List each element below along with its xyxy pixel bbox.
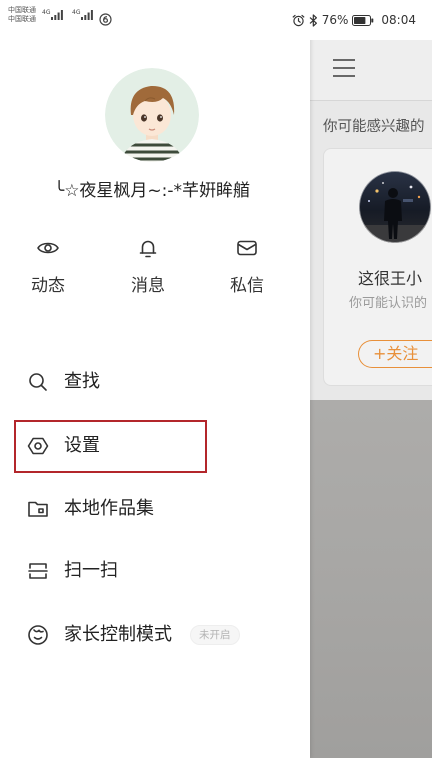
bluetooth-icon: [309, 13, 317, 27]
username[interactable]: ╰☆夜星枫月~:-*芊姸眸艏: [0, 180, 304, 202]
signal-2: 4G: [72, 9, 94, 21]
avatar[interactable]: [105, 68, 199, 162]
signal-icon: [81, 10, 94, 20]
menu-item-scan[interactable]: 扫一扫: [26, 557, 286, 585]
menu-item-search[interactable]: 查找: [26, 368, 286, 396]
network-type-1: 4G: [42, 9, 51, 16]
eye-icon: [36, 236, 60, 260]
child-face-icon: [26, 623, 50, 647]
menu-item-local-works[interactable]: 本地作品集: [26, 495, 286, 523]
suggested-user-photo[interactable]: [359, 171, 431, 243]
quick-action-label: 动态: [31, 276, 65, 296]
quick-action-feed[interactable]: 动态: [8, 234, 88, 296]
main-header: [310, 40, 432, 100]
carrier-names: 中国联通 中国联通: [8, 6, 36, 24]
quick-action-direct-messages[interactable]: 私信: [207, 234, 287, 296]
highlight-box: [14, 420, 207, 473]
clock: 08:04: [381, 13, 416, 27]
suggested-user-reason: 你可能认识的: [349, 296, 428, 311]
signal-icon: [51, 10, 64, 20]
quick-action-messages[interactable]: 消息: [108, 234, 188, 296]
main-feed-panel[interactable]: 你可能感兴趣的 这很王小 你可能认识的 +关注: [310, 0, 432, 758]
menu-item-label: 家长控制模式: [64, 624, 172, 645]
scan-icon: [26, 559, 50, 583]
folder-icon: [26, 497, 50, 521]
status-bar: 中国联通 中国联通 4G 4G 76% 08:04: [0, 0, 432, 40]
side-drawer: ╰☆夜星枫月~:-*芊姸眸艏 动态 消息 私信 查找 设置 本地作品集 扫一扫 …: [0, 0, 310, 758]
suggested-user-name[interactable]: 这很王小: [358, 268, 432, 290]
menu-item-parental-control[interactable]: 家长控制模式 未开启: [26, 621, 286, 649]
search-icon: [26, 370, 50, 394]
menu-item-label: 查找: [64, 371, 100, 392]
bell-icon: [136, 236, 160, 260]
battery-icon: [352, 14, 374, 26]
header-divider: [310, 100, 432, 101]
alarm-icon: [292, 14, 305, 26]
battery-level-fill: [354, 16, 366, 24]
quick-action-label: 私信: [230, 276, 264, 296]
suggested-user-card[interactable]: 这很王小 你可能认识的 +关注: [323, 148, 432, 386]
network-type-2: 4G: [72, 9, 81, 16]
quick-action-label: 消息: [131, 276, 165, 296]
follow-button-label: +关注: [373, 344, 419, 363]
battery-percent: 76%: [321, 13, 349, 27]
signal-1: 4G: [42, 9, 64, 21]
menu-item-label: 扫一扫: [64, 560, 118, 581]
carrier-1: 中国联通: [8, 6, 36, 14]
mail-icon: [235, 236, 259, 260]
phone-screen: 你可能感兴趣的 这很王小 你可能认识的 +关注 ╰☆夜星枫月~:-*芊姸眸艏 动…: [0, 0, 432, 758]
hamburger-icon[interactable]: [333, 59, 355, 77]
status-bar-right: 76% 08:04: [292, 12, 416, 28]
dimmed-feed-area: [310, 400, 432, 758]
status-badge: 未开启: [190, 625, 240, 645]
app-notification-icon: [99, 11, 112, 26]
suggestions-title: 你可能感兴趣的: [323, 119, 425, 135]
carrier-2: 中国联通: [8, 15, 36, 23]
follow-button[interactable]: +关注: [358, 340, 432, 368]
menu-item-label: 本地作品集: [64, 498, 154, 519]
